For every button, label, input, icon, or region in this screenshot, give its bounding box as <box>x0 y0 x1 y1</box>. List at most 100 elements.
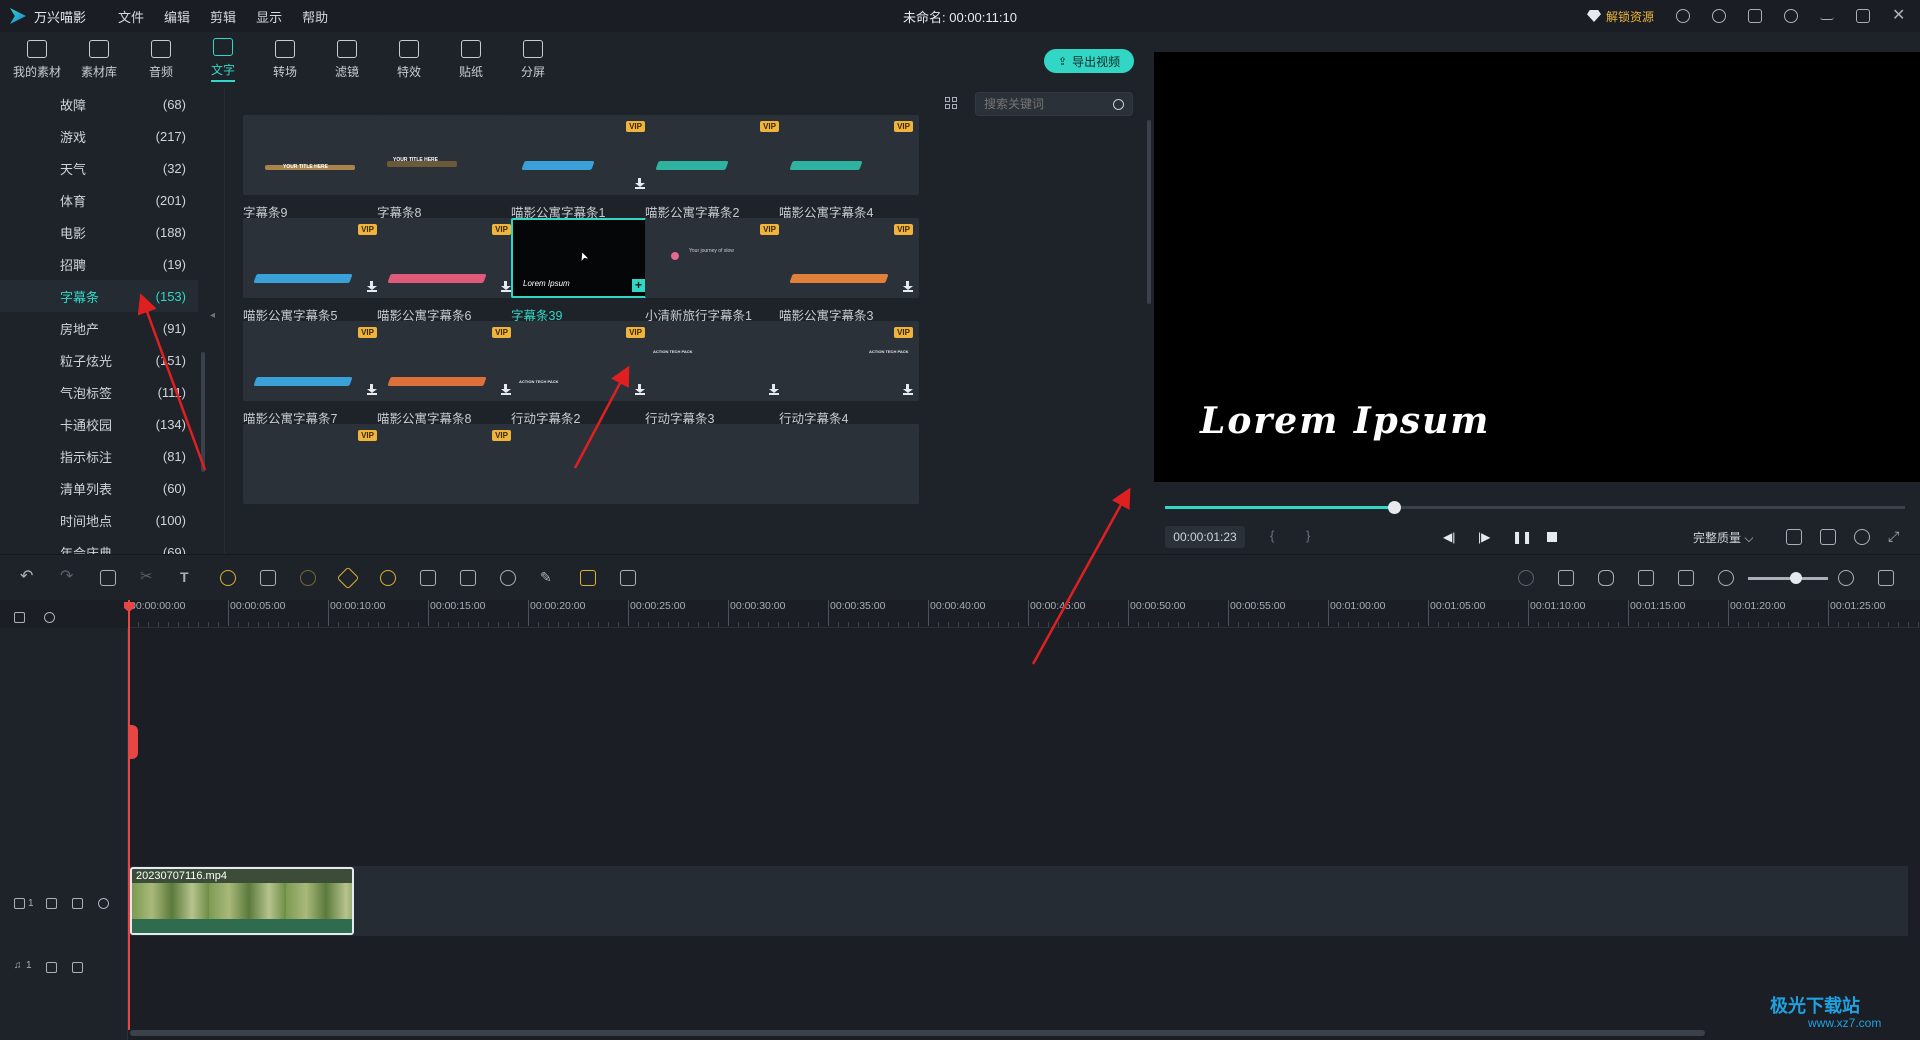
volume-icon[interactable] <box>1854 529 1870 545</box>
effects-tool-icon[interactable] <box>580 570 596 586</box>
zoom-in-icon[interactable] <box>1838 570 1854 586</box>
tab-7[interactable]: 贴纸 <box>440 32 502 88</box>
audio-mute-icon[interactable] <box>72 962 83 973</box>
category-item[interactable]: 房地产 (91) <box>0 312 198 344</box>
tab-2[interactable]: 音频 <box>130 32 192 88</box>
microphone-icon[interactable] <box>1598 570 1614 586</box>
asset-card[interactable]: VIP <box>377 424 517 536</box>
asset-card[interactable] <box>645 424 785 536</box>
fullscreen-icon[interactable]: ⤢ <box>1888 529 1904 545</box>
render-icon[interactable] <box>1518 570 1534 586</box>
restore-icon[interactable] <box>1856 9 1870 23</box>
asset-card[interactable]: VIP 喵影公寓字幕条7 <box>243 321 383 433</box>
asset-card[interactable]: VIP 喵影公寓字幕条4 <box>779 115 919 227</box>
asset-card[interactable]: VIP 喵影公寓字幕条8 <box>377 321 517 433</box>
menu-edit[interactable]: 编辑 <box>154 7 200 26</box>
zoom-out-icon[interactable] <box>1718 570 1734 586</box>
category-item[interactable]: 粒子炫光 (151) <box>0 344 198 376</box>
category-item[interactable]: 指示标注 (81) <box>0 440 198 472</box>
category-item[interactable]: 招聘 (19) <box>0 248 198 280</box>
refresh-icon[interactable] <box>1784 9 1798 23</box>
collapse-panel-icon[interactable]: ◂ <box>210 310 218 330</box>
delete-icon[interactable] <box>100 570 116 586</box>
category-item[interactable]: 电影 (188) <box>0 216 198 248</box>
mark-in-button[interactable]: { <box>1270 528 1274 543</box>
color-palette-icon[interactable] <box>380 570 396 586</box>
video-track-lane[interactable] <box>128 866 1908 936</box>
keyframe-icon[interactable] <box>336 566 360 590</box>
eye-icon[interactable] <box>98 898 109 909</box>
lock-icon[interactable] <box>46 898 57 909</box>
asset-card[interactable]: VIP 喵影公寓字幕条1 <box>511 115 651 227</box>
category-item[interactable]: 时间地点 (100) <box>0 504 198 536</box>
asset-card[interactable]: VIP <box>243 424 383 536</box>
asset-card[interactable]: VIP 喵影公寓字幕条3 <box>779 218 919 330</box>
link-icon[interactable] <box>44 612 55 623</box>
mute-icon[interactable] <box>72 898 83 909</box>
category-item[interactable]: 年会庆典 (69) <box>0 536 198 555</box>
timeline-scrollbar[interactable] <box>130 1030 1705 1036</box>
speed-icon[interactable] <box>220 570 236 586</box>
search-input[interactable] <box>984 97 1104 111</box>
zoom-region-icon[interactable] <box>420 570 436 586</box>
zoom-slider-track[interactable] <box>1748 577 1828 580</box>
zoom-slider-handle[interactable] <box>1790 572 1802 584</box>
audio-split-icon[interactable] <box>260 570 276 586</box>
step-back-icon[interactable]: ◀| <box>1443 530 1457 544</box>
tab-3[interactable]: 文字 <box>192 32 254 88</box>
grid-view-icon[interactable] <box>945 97 957 109</box>
mark-out-button[interactable]: } <box>1306 528 1310 543</box>
fit-timeline-icon[interactable] <box>1678 570 1694 586</box>
adjust-sliders-icon[interactable] <box>620 570 636 586</box>
undo-icon[interactable]: ↶ <box>20 569 36 586</box>
asset-card[interactable] <box>779 424 919 536</box>
redo-icon[interactable]: ↷ <box>60 569 76 586</box>
video-clip[interactable]: 20230707116.mp4 <box>130 867 354 935</box>
asset-card[interactable]: YOUR TITLE HERE 字幕条9 <box>243 115 383 227</box>
menu-clip[interactable]: 剪辑 <box>200 7 246 26</box>
asset-card[interactable]: VIP 喵影公寓字幕条5 <box>243 218 383 330</box>
asset-card[interactable]: VIP ACTION TECH PACK 行动字幕条2 <box>511 321 651 433</box>
category-item[interactable]: 故障 (68) <box>0 88 198 120</box>
asset-card[interactable]: YOUR TITLE HERE 字幕条8 <box>377 115 517 227</box>
time-ruler[interactable]: 00:00:00:00 00:00:05:00 00:00:10:00 00:00:1… <box>128 600 1920 628</box>
download-icon[interactable] <box>501 281 511 292</box>
search-icon[interactable] <box>1113 98 1124 110</box>
download-icon[interactable] <box>635 384 645 395</box>
download-icon[interactable] <box>903 384 913 395</box>
export-video-button[interactable]: ⇪ 导出视频 <box>1044 49 1134 73</box>
download-icon[interactable] <box>635 178 645 189</box>
add-track-icon[interactable] <box>14 612 25 623</box>
asset-card[interactable]: VIP ACTION TECH PACK 行动字幕条4 <box>779 321 919 433</box>
ai-icon[interactable] <box>300 570 316 586</box>
asset-card[interactable] <box>511 424 651 536</box>
step-forward-icon[interactable]: |▶ <box>1478 530 1492 544</box>
tab-6[interactable]: 特效 <box>378 32 440 88</box>
asset-card[interactable]: VIP 喵影公寓字幕条2 <box>645 115 785 227</box>
category-item[interactable]: 游戏 (217) <box>0 120 198 152</box>
asset-scrollbar[interactable] <box>1147 120 1151 304</box>
download-icon[interactable] <box>367 281 377 292</box>
playhead[interactable] <box>128 600 130 1030</box>
menu-help[interactable]: 帮助 <box>292 7 338 26</box>
tab-0[interactable]: 我的素材 <box>6 32 68 88</box>
asset-card[interactable]: + Lorem Ipsum ➤ 字幕条39 <box>511 218 651 330</box>
search-box[interactable] <box>975 92 1133 116</box>
category-item[interactable]: 气泡标签 (111) <box>0 376 198 408</box>
audio-lock-icon[interactable] <box>46 962 57 973</box>
tab-5[interactable]: 滤镜 <box>316 32 378 88</box>
asset-card[interactable]: VIP Your journey of slow 小清新旅行字幕条1 <box>645 218 785 330</box>
cut-icon[interactable]: ✂ <box>140 569 156 586</box>
marker-pen-icon[interactable]: ✎ <box>540 570 556 586</box>
asset-card[interactable]: VIP 喵影公寓字幕条6 <box>377 218 517 330</box>
close-icon[interactable]: ✕ <box>1892 8 1906 24</box>
unlock-resources-button[interactable]: 解锁资源 <box>1586 8 1654 25</box>
download-icon[interactable] <box>501 384 511 395</box>
category-item[interactable]: 清单列表 (60) <box>0 472 198 504</box>
menu-view[interactable]: 显示 <box>246 7 292 26</box>
download-icon[interactable] <box>769 384 779 395</box>
add-to-timeline-icon[interactable]: + <box>632 279 645 292</box>
speedometer-icon[interactable] <box>500 570 516 586</box>
feedback-icon[interactable] <box>1712 9 1726 23</box>
download-icon[interactable] <box>903 281 913 292</box>
